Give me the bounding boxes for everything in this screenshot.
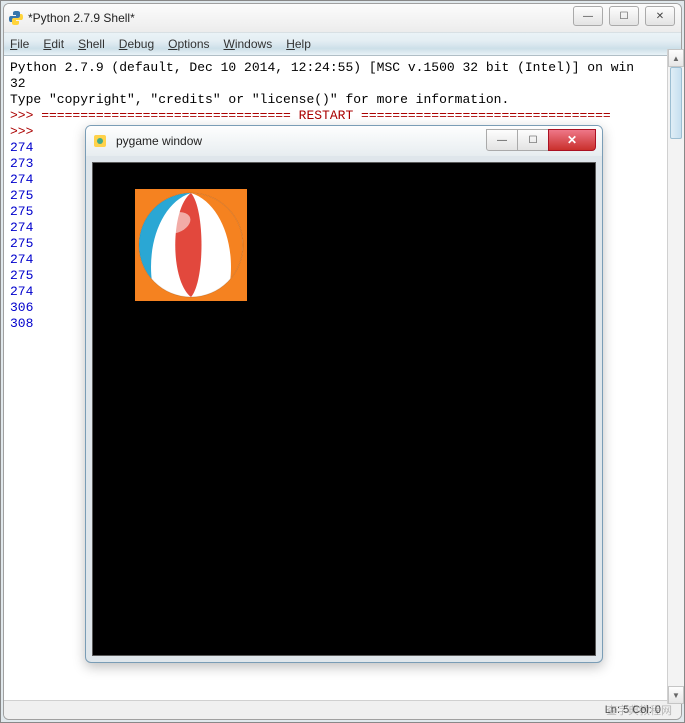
scroll-thumb[interactable] (670, 67, 682, 139)
menu-debug[interactable]: Debug (119, 37, 154, 51)
maximize-button[interactable]: ☐ (609, 6, 639, 26)
minimize-button[interactable]: — (573, 6, 603, 26)
idle-status-bar: Ln: 5 Col: 0 (4, 700, 681, 719)
text-line: >>> ================================ RES… (10, 108, 675, 124)
watermark: 查字典教程网 (606, 702, 672, 718)
python-icon (8, 10, 24, 26)
close-button[interactable]: ✕ (645, 6, 675, 26)
pygame-window-controls: — ☐ ✕ (487, 129, 596, 151)
idle-menu-bar: File Edit Shell Debug Options Windows He… (4, 32, 681, 56)
idle-title-bar[interactable]: *Python 2.7.9 Shell* — ☐ ✕ (4, 4, 681, 32)
scroll-up-arrow-icon[interactable]: ▲ (668, 49, 684, 67)
pygame-title: pygame window (116, 134, 202, 148)
pygame-icon (92, 133, 108, 149)
menu-options[interactable]: Options (168, 37, 209, 51)
pygame-window[interactable]: pygame window — ☐ ✕ (85, 125, 603, 663)
menu-help[interactable]: Help (286, 37, 311, 51)
pygame-close-button[interactable]: ✕ (548, 129, 596, 151)
text-line: Python 2.7.9 (default, Dec 10 2014, 12:2… (10, 60, 675, 76)
vertical-scrollbar[interactable]: ▲ ▼ (667, 49, 684, 704)
menu-shell[interactable]: Shell (78, 37, 105, 51)
menu-edit[interactable]: Edit (43, 37, 64, 51)
pygame-canvas[interactable] (92, 162, 596, 656)
pygame-maximize-button[interactable]: ☐ (517, 129, 549, 151)
pygame-title-bar[interactable]: pygame window — ☐ ✕ (86, 126, 602, 156)
idle-window-controls: — ☐ ✕ (573, 6, 675, 26)
beach-ball-sprite (135, 189, 247, 301)
text-line: 32 (10, 76, 675, 92)
menu-windows[interactable]: Windows (224, 37, 273, 51)
idle-title: *Python 2.7.9 Shell* (28, 11, 135, 25)
menu-file[interactable]: File (10, 37, 29, 51)
pygame-minimize-button[interactable]: — (486, 129, 518, 151)
text-line: Type "copyright", "credits" or "license(… (10, 92, 675, 108)
